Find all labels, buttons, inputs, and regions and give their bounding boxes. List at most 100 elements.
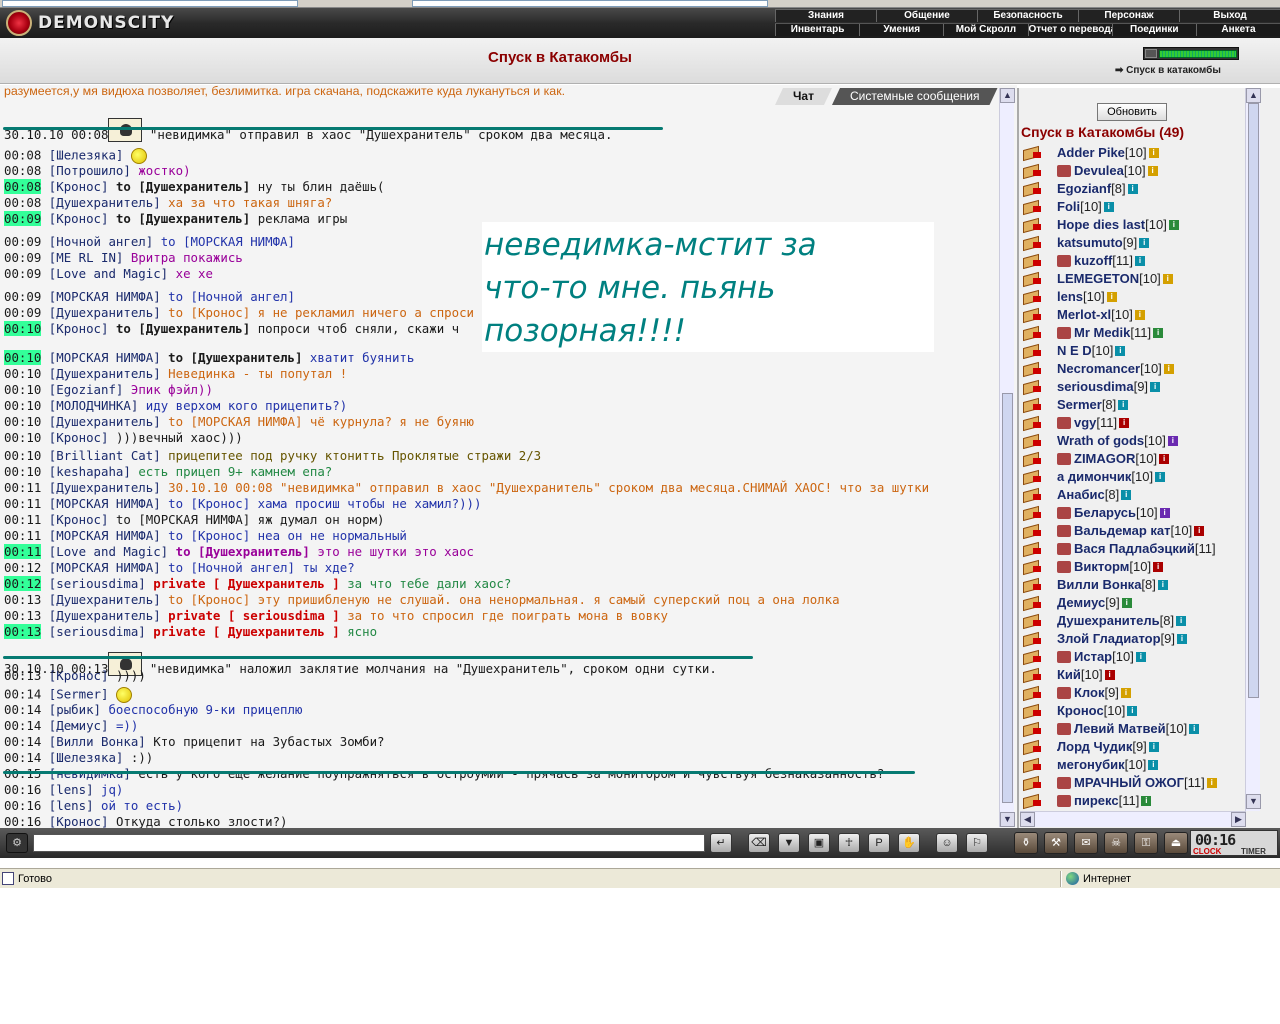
user-action-icon[interactable] xyxy=(1021,758,1043,772)
user-action-icon[interactable] xyxy=(1021,290,1043,304)
user-action-icon[interactable] xyxy=(1021,452,1043,466)
user-name[interactable]: Анабис xyxy=(1057,487,1105,502)
user-row[interactable]: Вальдемар кат [10] i xyxy=(1021,522,1205,539)
info-icon[interactable]: i xyxy=(1155,471,1166,482)
info-icon[interactable]: i xyxy=(1167,435,1178,446)
chat-nick[interactable]: [МОРСКАЯ НИМФА] xyxy=(49,289,161,304)
nav-item[interactable]: Мой Скролл xyxy=(943,24,1027,36)
user-action-icon[interactable] xyxy=(1021,272,1043,286)
user-name[interactable]: МРАЧНЫЙ ОЖОГ xyxy=(1074,775,1184,790)
chat-nick[interactable]: [МОРСКАЯ НИМФА] xyxy=(49,350,161,365)
user-name[interactable]: Sermer xyxy=(1057,397,1102,412)
private-target[interactable]: private [ Душехранитель ] xyxy=(153,576,340,591)
user-name[interactable]: мегонубик xyxy=(1057,757,1125,772)
scroll-left-icon[interactable]: ◀ xyxy=(1020,812,1035,827)
user-name[interactable]: seriousdima xyxy=(1057,379,1134,394)
clear-icon[interactable]: ⌫ xyxy=(748,833,770,853)
user-name[interactable]: Кий xyxy=(1057,667,1081,682)
filter-icon[interactable]: ▼ xyxy=(778,833,800,853)
user-row[interactable]: Necromancer [10] i xyxy=(1021,360,1174,377)
user-name[interactable]: Wrath of gods xyxy=(1057,433,1144,448)
user-name[interactable]: katsumuto xyxy=(1057,235,1123,250)
info-icon[interactable]: i xyxy=(1106,291,1117,302)
info-icon[interactable]: i xyxy=(1148,741,1159,752)
scroll-thumb[interactable] xyxy=(1248,103,1259,698)
chat-nick[interactable]: [ME RL IN] xyxy=(49,250,124,265)
user-row[interactable]: Adder Pike [10] i xyxy=(1021,144,1159,161)
user-row[interactable]: Devulea [10] i xyxy=(1021,162,1158,179)
user-row[interactable]: пирекс [11] i xyxy=(1021,792,1152,809)
user-name[interactable]: vgy xyxy=(1074,415,1096,430)
user-row[interactable]: N E D [10] i xyxy=(1021,342,1126,359)
info-icon[interactable]: i xyxy=(1177,633,1188,644)
chat-nick[interactable]: [Потрошило] xyxy=(49,163,131,178)
user-name[interactable]: Necromancer xyxy=(1057,361,1140,376)
scroll-thumb[interactable] xyxy=(1002,393,1013,803)
chat-nick[interactable]: [Кронос] xyxy=(49,668,109,683)
scroll-up-icon[interactable]: ▲ xyxy=(1246,88,1261,103)
chat-nick[interactable]: [МОЛОДЧИНКА] xyxy=(49,398,139,413)
user-action-icon[interactable] xyxy=(1021,668,1043,682)
user-name[interactable]: Egozianf xyxy=(1057,181,1111,196)
nav-item[interactable]: Знания xyxy=(775,10,876,22)
user-action-icon[interactable] xyxy=(1021,146,1043,160)
chat-nick[interactable]: [keshapaha] xyxy=(49,464,131,479)
user-name[interactable]: ZIMAGOR xyxy=(1074,451,1135,466)
scroll-right-icon[interactable]: ▶ xyxy=(1231,812,1246,827)
user-action-icon[interactable] xyxy=(1021,434,1043,448)
user-row[interactable]: Mr Medik [11] i xyxy=(1021,324,1164,341)
info-icon[interactable]: i xyxy=(1168,219,1179,230)
user-action-icon[interactable] xyxy=(1021,236,1043,250)
map-icon[interactable]: ⚒ xyxy=(1044,832,1068,854)
user-name[interactable]: Вилли Вонка xyxy=(1057,577,1141,592)
sidebar-scrollbar[interactable]: ▲ ▼ xyxy=(1245,88,1261,811)
info-icon[interactable]: i xyxy=(1121,489,1132,500)
user-action-icon[interactable] xyxy=(1021,560,1043,574)
user-name[interactable]: Вася Падлабэцкий xyxy=(1074,541,1195,556)
chat-nick[interactable]: [Love and Magic] xyxy=(49,544,168,559)
user-row[interactable]: Merlot-xl [10] i xyxy=(1021,306,1145,323)
chat-nick[interactable]: [Кронос] xyxy=(49,430,109,445)
chat-nick[interactable]: [Душехранитель] xyxy=(49,305,161,320)
user-action-icon[interactable] xyxy=(1021,506,1043,520)
user-action-icon[interactable] xyxy=(1021,398,1043,412)
user-action-icon[interactable] xyxy=(1021,254,1043,268)
private-target[interactable]: private [ seriousdima ] xyxy=(168,608,340,623)
user-row[interactable]: lens [10] i xyxy=(1021,288,1117,305)
user-action-icon[interactable] xyxy=(1021,218,1043,232)
user-name[interactable]: lens xyxy=(1057,289,1083,304)
user-name[interactable]: пирекс xyxy=(1074,793,1119,808)
user-name[interactable]: kuzoff xyxy=(1074,253,1112,268)
user-name[interactable]: Adder Pike xyxy=(1057,145,1125,160)
info-icon[interactable]: i xyxy=(1159,507,1170,518)
user-name[interactable]: Викторм xyxy=(1074,559,1129,574)
user-action-icon[interactable] xyxy=(1021,740,1043,754)
user-name[interactable]: Беларусь xyxy=(1074,505,1136,520)
user-row[interactable]: Egozianf [8] i xyxy=(1021,180,1138,197)
user-name[interactable]: Клок xyxy=(1074,685,1104,700)
user-action-icon[interactable] xyxy=(1021,704,1043,718)
user-row[interactable]: а димончик [10] i xyxy=(1021,468,1166,485)
save-icon[interactable]: ▣ xyxy=(808,833,830,853)
chat-nick[interactable]: [рыбик] xyxy=(49,702,101,717)
inventory-icon[interactable]: ⚱ xyxy=(1014,832,1038,854)
user-action-icon[interactable] xyxy=(1021,470,1043,484)
chat-nick[interactable]: [Демиус] xyxy=(49,718,109,733)
user-row[interactable]: Sermer [8] i xyxy=(1021,396,1129,413)
chat-nick[interactable]: [lens] xyxy=(49,798,94,813)
user-row[interactable]: Кий [10] i xyxy=(1021,666,1115,683)
user-action-icon[interactable] xyxy=(1021,632,1043,646)
chat-nick[interactable]: [Sermer] xyxy=(49,687,109,702)
nav-item[interactable]: Поединки xyxy=(1111,24,1196,36)
info-icon[interactable]: i xyxy=(1176,615,1187,626)
mail-icon[interactable]: ✉ xyxy=(1074,832,1098,854)
chat-nick[interactable]: [Ночной ангел] xyxy=(49,234,153,249)
user-row[interactable]: Злой Гладиатор [9] i xyxy=(1021,630,1188,647)
scroll-up-icon[interactable]: ▲ xyxy=(1000,88,1015,103)
info-icon[interactable]: i xyxy=(1153,561,1164,572)
user-name[interactable]: Mr Medik xyxy=(1074,325,1130,340)
exit-icon[interactable]: ⏏ xyxy=(1164,832,1188,854)
chat-nick[interactable]: [Кронос] xyxy=(49,512,109,527)
user-action-icon[interactable] xyxy=(1021,308,1043,322)
user-row[interactable]: Викторм [10] i xyxy=(1021,558,1164,575)
